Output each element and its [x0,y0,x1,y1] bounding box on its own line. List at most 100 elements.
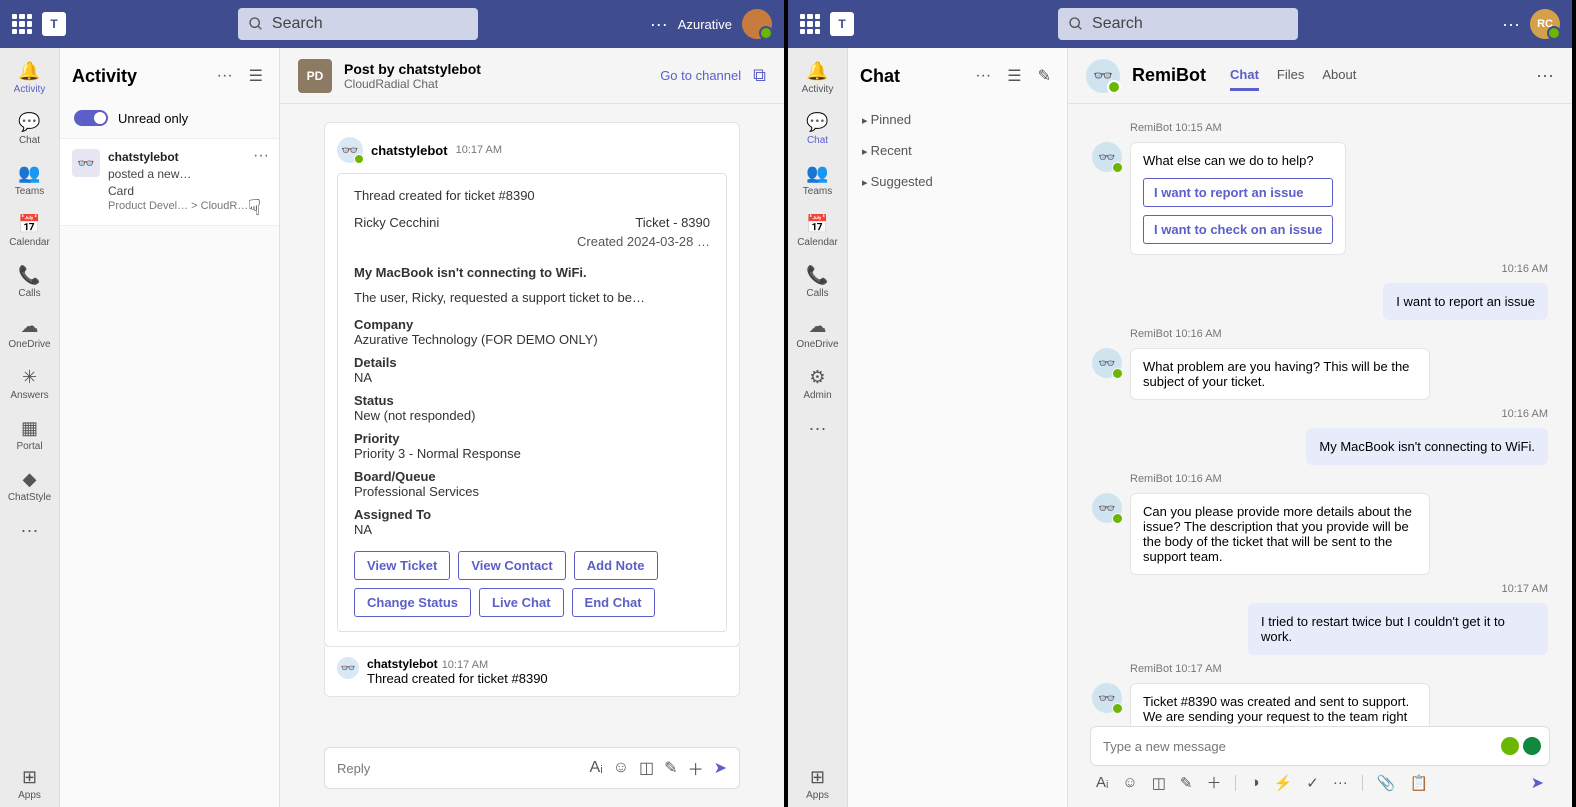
rail-item-calls[interactable]: 📞Calls [2,258,58,305]
suggested-action-button[interactable]: I want to report an issue [1143,178,1333,207]
rail-item-activity[interactable]: 🔔Activity [790,54,846,101]
chat-filter-icon[interactable]: ☰ [1003,62,1025,90]
attach-icon[interactable]: 📎 [1377,774,1396,792]
activity-filter-icon[interactable]: ☰ [245,62,267,90]
rail-item-chatstyle[interactable]: ◆ChatStyle [2,462,58,509]
format-icon[interactable]: Aᵢ [590,759,603,777]
rail-label: Calls [18,288,40,299]
rail-item-chat[interactable]: 💬Chat [2,105,58,152]
answers-icon: ✳ [19,366,41,388]
schedule-icon[interactable]: 📋 [1410,774,1429,792]
tab-about[interactable]: About [1322,61,1356,91]
rail-apps[interactable]: ⊞Apps [2,760,58,807]
message-meta: RemiBot 10:15 AM [1130,122,1548,134]
search-box[interactable]: Search [1058,8,1298,40]
unread-toggle[interactable] [74,110,108,126]
reply-box[interactable]: Reply Aᵢ ☺ ◫ ✎ ＋ ➤ [324,747,740,789]
post-author-avatar-icon: 👓 [337,137,363,163]
user-avatar[interactable]: RC [1530,9,1560,39]
status-value: New (not responded) [354,408,710,423]
view-ticket-button[interactable]: View Ticket [354,551,450,580]
actions-icon[interactable]: ⚡ [1274,774,1293,792]
send-icon[interactable]: ➤ [1531,773,1544,793]
emoji-icon[interactable]: ☺ [1122,774,1137,791]
rail-item-calendar[interactable]: 📅Calendar [2,207,58,254]
plus-icon[interactable]: ＋ [688,756,704,780]
rail-item-answers[interactable]: ✳Answers [2,360,58,407]
chat-section-recent[interactable]: Recent [862,143,1053,158]
tab-files[interactable]: Files [1277,61,1304,91]
gif-icon[interactable]: ◫ [639,758,654,778]
rail-label: Calendar [797,237,838,248]
open-app-icon[interactable]: ⧉ [753,65,766,86]
format-icon[interactable]: Aᵢ [1096,774,1108,791]
onedrive-icon: ☁ [19,315,41,337]
search-box[interactable]: Search [238,8,478,40]
sticker-icon[interactable]: ✎ [664,758,677,778]
message-text: What else can we do to help? [1143,153,1333,168]
chat-section-suggested[interactable]: Suggested [862,174,1053,189]
view-contact-button[interactable]: View Contact [458,551,565,580]
titlebar-more-icon[interactable]: ··· [1502,14,1520,35]
rail-label: Calendar [9,237,50,248]
bot-more-icon[interactable]: ··· [1536,65,1554,86]
search-icon [248,16,264,32]
approvals-icon[interactable]: ✓ [1306,774,1319,792]
details-value: NA [354,370,710,385]
add-note-button[interactable]: Add Note [574,551,658,580]
rail-item-admin[interactable]: ⚙Admin [790,360,846,407]
rail-label: Calls [806,288,828,299]
rail-item-teams[interactable]: 👥Teams [790,156,846,203]
chat-more-icon[interactable]: ··· [971,63,995,89]
chat-main: 👓 RemiBot ChatFilesAbout ··· RemiBot 10:… [1068,48,1572,807]
search-placeholder: Search [1092,15,1143,33]
app-launcher-icon[interactable] [800,14,820,34]
rail-item-portal[interactable]: ▦Portal [2,411,58,458]
plus-icon[interactable]: ＋ [1206,772,1221,793]
change-status-button[interactable]: Change Status [354,588,471,617]
message-meta: RemiBot 10:17 AM [1130,663,1548,675]
post-channel-badge: PD [298,59,332,93]
message-meta: RemiBot 10:16 AM [1130,473,1548,485]
emoji-icon[interactable]: ☺ [613,759,629,777]
rail-item-calls[interactable]: 📞Calls [790,258,846,305]
end-chat-button[interactable]: End Chat [572,588,655,617]
bot-message-row: 👓What else can we do to help?I want to r… [1092,142,1548,255]
rail-item-teams[interactable]: 👥Teams [2,156,58,203]
sticker-icon[interactable]: ✎ [1180,774,1193,792]
details-label: Details [354,355,710,370]
suggested-action-button[interactable]: I want to check on an issue [1143,215,1333,244]
activity-more-icon[interactable]: ··· [213,63,237,89]
live-chat-button[interactable]: Live Chat [479,588,564,617]
entry-name: chatstylebot [108,149,267,166]
sent-message-row: My MacBook isn't connecting to WiFi. [1092,428,1548,465]
chat-section-pinned[interactable]: Pinned [862,112,1053,127]
post-header: PD Post by chatstylebot CloudRadial Chat… [280,48,784,104]
rail-more-icon[interactable]: ··· [790,411,846,445]
send-icon[interactable]: ➤ [714,758,727,778]
left-window: T Search ··· Azurative 🔔Activity💬Chat👥Te… [0,0,788,807]
more-apps-icon[interactable]: ··· [1333,774,1348,791]
rail-label: Activity [802,84,834,95]
loop-icon[interactable]: ◑ [1250,774,1259,791]
entry-more-icon[interactable]: ··· [253,147,269,165]
unread-label: Unread only [118,111,188,126]
activity-entry[interactable]: 👓 chatstylebot posted a new… Card Produc… [60,138,279,226]
rail-item-onedrive[interactable]: ☁OneDrive [2,309,58,356]
rail-item-chat[interactable]: 💬Chat [790,105,846,152]
gif-icon[interactable]: ◫ [1152,774,1166,792]
rail-apps[interactable]: ⊞Apps [790,760,846,807]
app-launcher-icon[interactable] [12,14,32,34]
rail-item-calendar[interactable]: 📅Calendar [790,207,846,254]
tab-chat[interactable]: Chat [1230,61,1259,91]
compose-badges [1501,737,1541,755]
go-to-channel-link[interactable]: Go to channel [660,68,741,83]
rail-item-onedrive[interactable]: ☁OneDrive [790,309,846,356]
user-avatar[interactable] [742,9,772,39]
rail-more-icon[interactable]: ··· [2,513,58,547]
new-chat-icon[interactable]: ✎ [1034,62,1055,90]
titlebar-more-icon[interactable]: ··· [650,14,668,35]
bot-header: 👓 RemiBot ChatFilesAbout ··· [1068,48,1572,104]
compose-input[interactable]: Type a new message [1090,726,1550,766]
rail-item-activity[interactable]: 🔔Activity [2,54,58,101]
